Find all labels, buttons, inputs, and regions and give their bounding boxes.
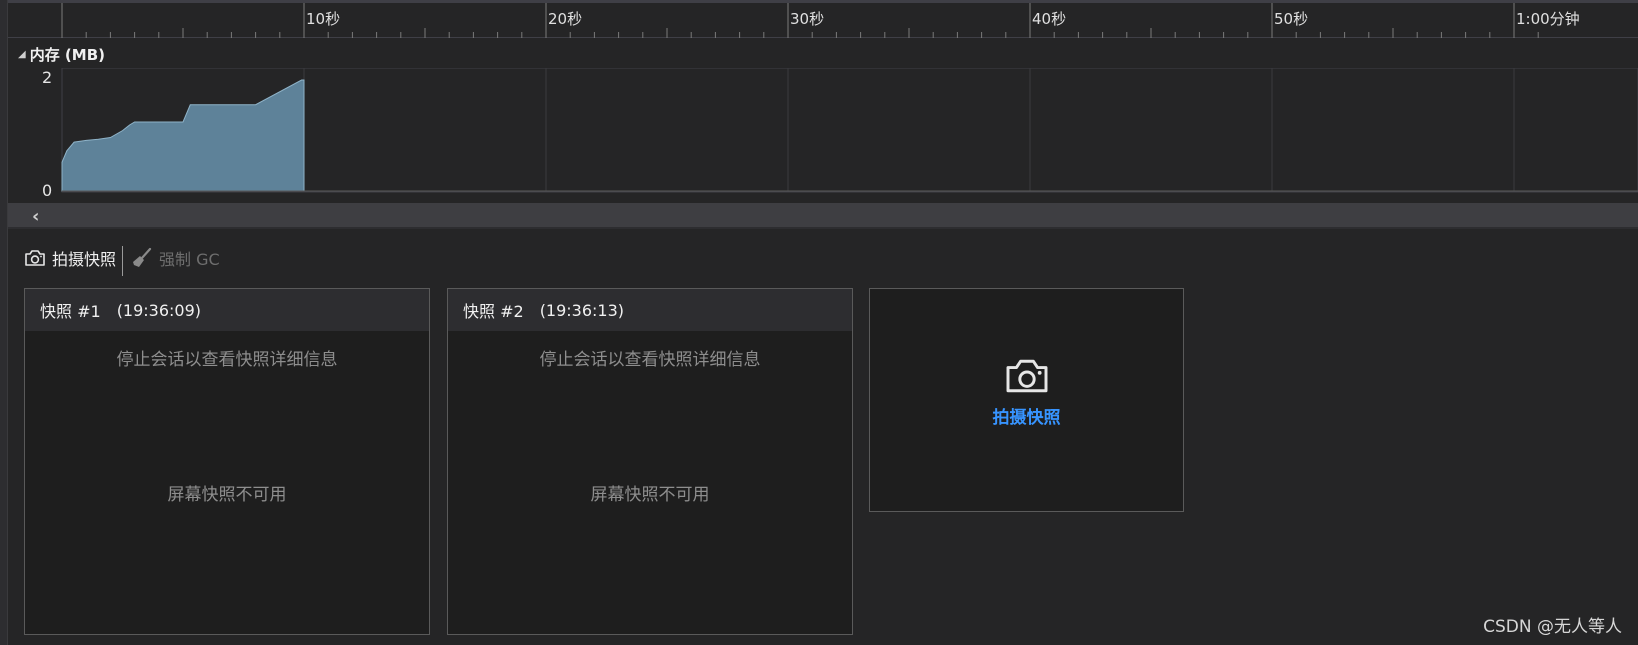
- memory-title: 内存 (MB): [29, 45, 105, 64]
- ruler-label-20s: 20秒: [548, 10, 583, 28]
- take-snapshot-label: 拍摄快照: [52, 250, 117, 269]
- scroll-left-icon[interactable]: ‹: [32, 206, 39, 227]
- memory-plot: [61, 68, 1638, 193]
- snapshot-time: (19:36:09): [116, 300, 202, 320]
- broom-icon: [133, 247, 152, 267]
- memory-section-header[interactable]: ◢ 内存 (MB): [8, 40, 1638, 68]
- stop-session-message: 停止会话以查看快照详细信息: [539, 350, 761, 370]
- memory-usage-tool: 10秒 20秒 30秒 40秒 50秒 1:00分钟 ◢ 内存 (MB) 2 0…: [0, 0, 1638, 645]
- stop-session-message: 停止会话以查看快照详细信息: [116, 350, 338, 370]
- left-edge: [0, 0, 8, 645]
- ruler-label-10s: 10秒: [306, 10, 341, 28]
- ruler-label-50s: 50秒: [1274, 10, 1309, 28]
- snapshot-time: (19:36:13): [539, 300, 625, 320]
- time-ruler: 10秒 20秒 30秒 40秒 50秒 1:00分钟: [8, 0, 1638, 38]
- snapshot-card[interactable]: 快照 #2 (19:36:13) 停止会话以查看快照详细信息 屏幕快照不可用: [447, 288, 853, 635]
- screenshot-unavailable-message: 屏幕快照不可用: [167, 485, 287, 505]
- triangle-down-icon[interactable]: ◢: [18, 49, 26, 60]
- force-gc-label: 强制 GC: [159, 250, 220, 269]
- take-snapshot-tile[interactable]: 拍摄快照: [869, 288, 1184, 512]
- camera-icon: [25, 250, 45, 266]
- camera-icon: [1006, 359, 1048, 393]
- ruler-label-30s: 30秒: [790, 10, 825, 28]
- force-gc-button[interactable]: 强制 GC: [125, 243, 226, 273]
- toolbar-separator: [122, 246, 124, 276]
- take-snapshot-tile-label: 拍摄快照: [992, 408, 1061, 428]
- ruler-label-60s: 1:00分钟: [1516, 10, 1580, 28]
- snapshot-card[interactable]: 快照 #1 (19:36:09) 停止会话以查看快照详细信息 屏幕快照不可用: [24, 288, 430, 635]
- ruler-label-40s: 40秒: [1032, 10, 1067, 28]
- take-snapshot-button[interactable]: 拍摄快照: [18, 243, 122, 273]
- snapshot-card-header: 快照 #2 (19:36:13): [448, 289, 852, 331]
- memory-chart: 2 0: [8, 68, 1638, 201]
- screenshot-unavailable-message: 屏幕快照不可用: [590, 485, 710, 505]
- timeline-scrollbar[interactable]: ‹: [8, 203, 1638, 229]
- snapshot-toolbar: 拍摄快照 强制 GC: [8, 236, 1638, 280]
- snapshot-title: 快照 #1: [40, 302, 101, 321]
- snapshot-title: 快照 #2: [463, 302, 524, 321]
- watermark: CSDN @无人等人: [1483, 617, 1622, 637]
- snapshot-card-header: 快照 #1 (19:36:09): [25, 289, 429, 331]
